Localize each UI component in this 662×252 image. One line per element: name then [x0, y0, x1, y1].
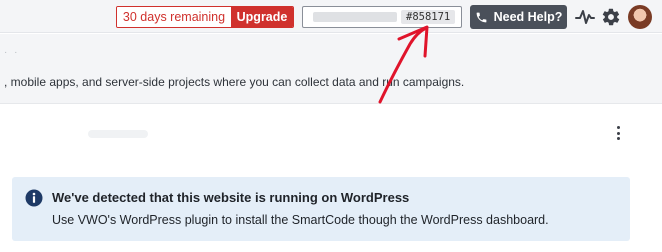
activity-icon[interactable] [575, 8, 595, 31]
notice-title: We've detected that this website is runn… [52, 190, 410, 205]
notice-body: Use VWO's WordPress plugin to install th… [52, 213, 549, 227]
account-id: #858171 [401, 10, 456, 24]
faint-section-title [88, 130, 148, 138]
gear-icon[interactable] [601, 7, 621, 32]
more-options-icon[interactable] [611, 124, 625, 142]
trial-banner: 30 days remaining Upgrade [116, 6, 294, 28]
page-description: , mobile apps, and server-side projects … [4, 75, 465, 89]
trial-remaining-text: 30 days remaining [117, 7, 231, 27]
avatar[interactable] [628, 5, 652, 29]
top-bar: 30 days remaining Upgrade #858171 Need H… [0, 0, 662, 33]
need-help-button[interactable]: Need Help? [470, 5, 567, 29]
faint-breadcrumb: · · [4, 47, 20, 58]
account-name-redacted [313, 12, 397, 22]
page-header: · · , mobile apps, and server-side proje… [0, 34, 662, 104]
need-help-label: Need Help? [493, 10, 563, 24]
account-selector[interactable]: #858171 [302, 6, 462, 28]
upgrade-button[interactable]: Upgrade [231, 7, 293, 27]
phone-icon [475, 11, 488, 24]
wordpress-notice: We've detected that this website is runn… [12, 177, 630, 241]
info-icon [25, 189, 43, 212]
